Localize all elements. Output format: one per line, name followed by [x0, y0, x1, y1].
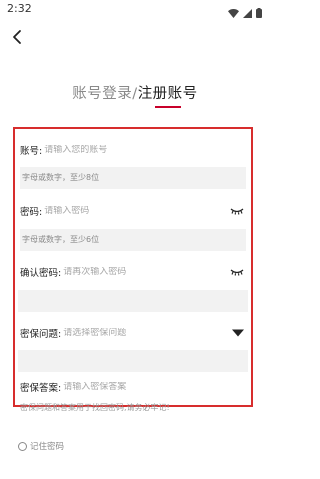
tab-register[interactable]: 注册账号: [137, 82, 198, 108]
eye-closed-icon: [230, 269, 244, 276]
status-time: 2:32: [7, 2, 32, 15]
wifi-icon: [228, 3, 239, 22]
field-separator: [18, 290, 248, 312]
field-separator: [18, 350, 248, 372]
confirm-password-label: 确认密码:: [20, 268, 62, 279]
active-tab-underline: [154, 106, 181, 108]
password-visibility-toggle[interactable]: [230, 207, 244, 215]
account-label: 账号:: [20, 146, 43, 157]
dropdown-triangle-icon: [232, 329, 244, 337]
remember-password-radio[interactable]: [18, 441, 27, 451]
password-hint: 字母或数字，至少6位: [20, 229, 246, 251]
confirm-password-visibility-toggle[interactable]: [230, 268, 244, 276]
signal-icon: [243, 3, 252, 22]
confirm-password-input[interactable]: [63, 267, 246, 277]
back-arrow-icon: [13, 30, 21, 44]
password-row: 密码:: [20, 200, 246, 222]
tab-login[interactable]: 账号登录: [72, 86, 132, 102]
password-label: 密码:: [20, 207, 43, 218]
security-answer-label: 密保答案:: [20, 383, 62, 394]
status-icons: [228, 3, 262, 22]
security-question-dropdown[interactable]: [232, 329, 244, 337]
back-button[interactable]: [6, 26, 28, 48]
security-note: 密保问题和答案用于找回密码,请务必牢记!: [20, 403, 170, 412]
account-input[interactable]: [44, 145, 246, 155]
status-bar: 2:32: [0, 0, 270, 20]
battery-icon: [256, 3, 262, 22]
security-answer-row: 密保答案:: [20, 376, 246, 398]
confirm-password-row: 确认密码:: [20, 261, 246, 283]
tab-register-label: 注册账号: [137, 86, 198, 102]
remember-password-option[interactable]: 记住密码: [18, 440, 64, 452]
account-row: 账号:: [20, 139, 246, 161]
login-register-tabs: 账号登录/注册账号: [0, 82, 270, 108]
security-question-select[interactable]: [63, 328, 246, 338]
eye-closed-icon: [230, 208, 244, 215]
password-input[interactable]: [44, 206, 246, 216]
security-answer-input[interactable]: [63, 382, 246, 392]
registration-form: 账号: 字母或数字，至少8位 密码: 字母或数字，至少6位 确认密码: 密保问题…: [13, 127, 253, 407]
account-hint: 字母或数字，至少8位: [20, 167, 246, 189]
remember-password-label: 记住密码: [30, 442, 65, 452]
security-question-row[interactable]: 密保问题:: [20, 322, 246, 344]
security-question-label: 密保问题:: [20, 329, 62, 340]
